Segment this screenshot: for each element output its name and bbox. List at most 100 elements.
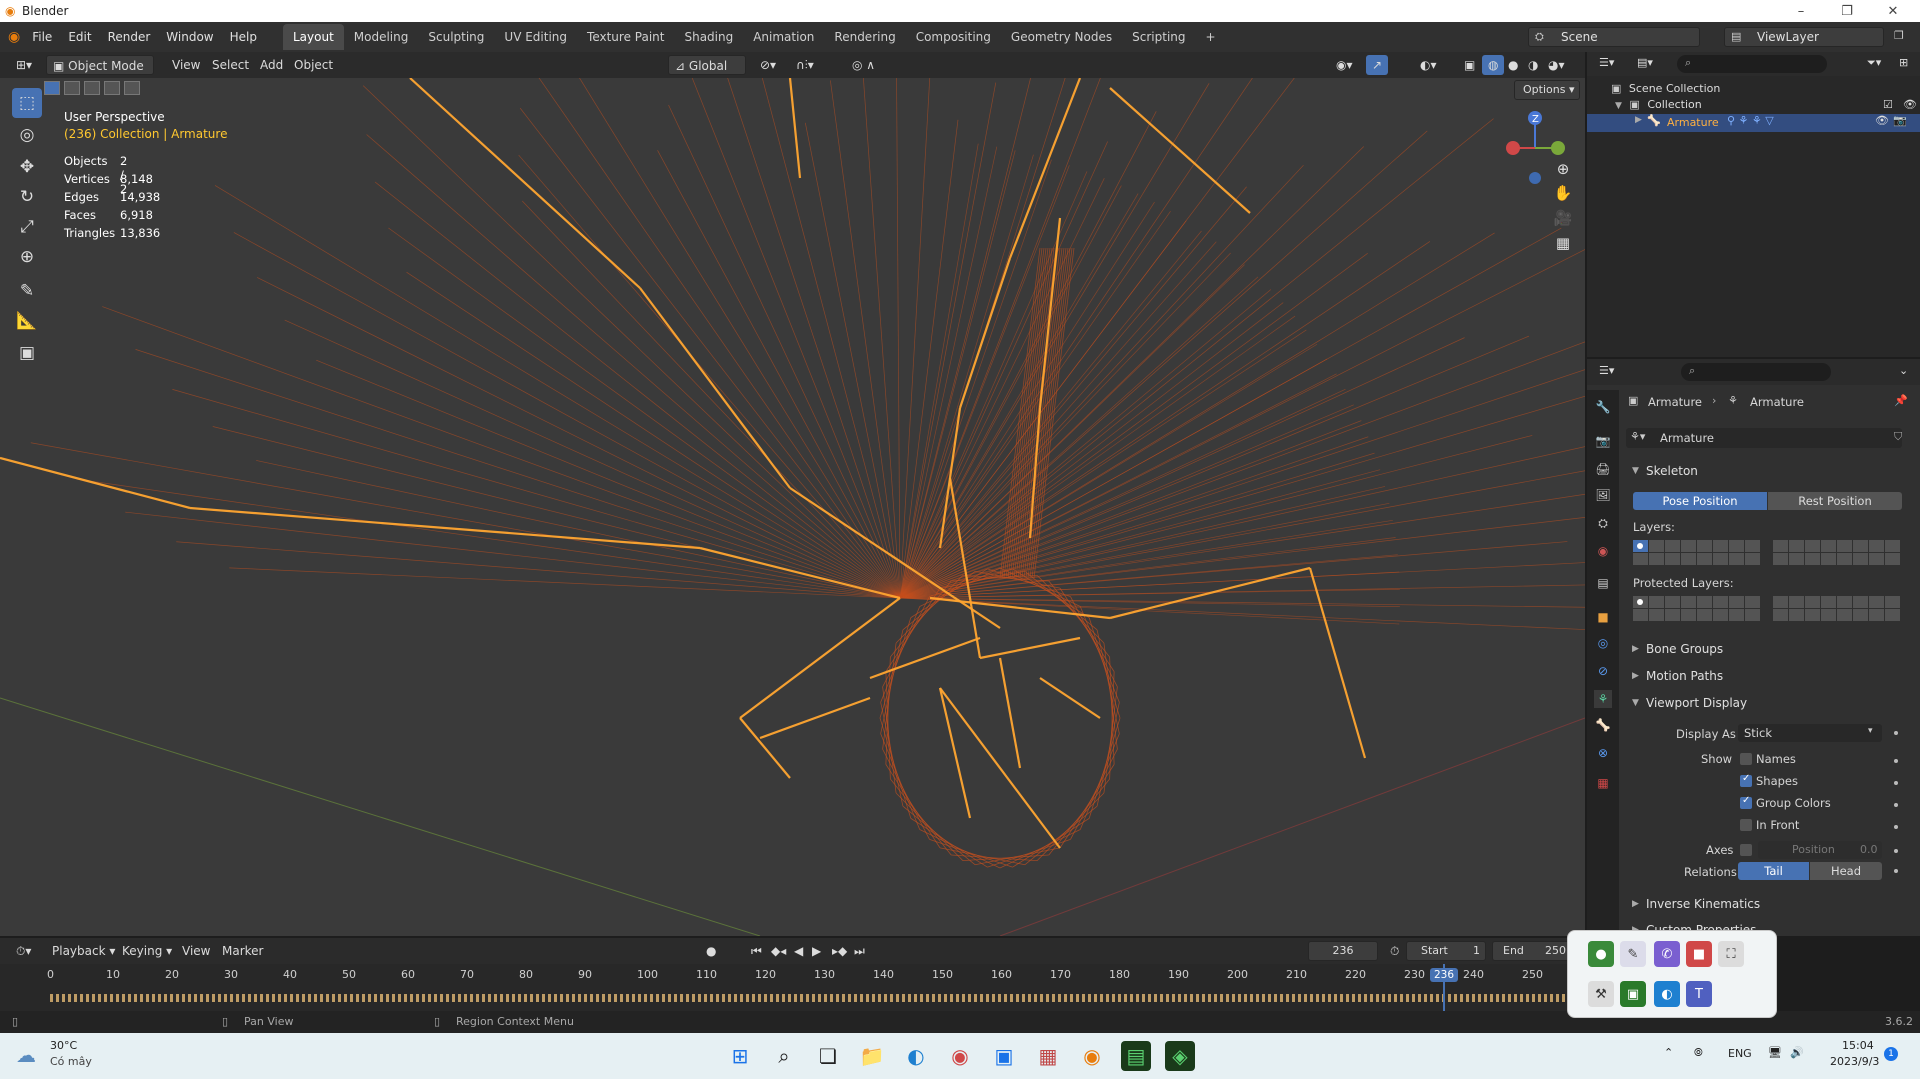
layer-toggle[interactable] bbox=[1853, 609, 1868, 621]
tab-uv-editing[interactable]: UV Editing bbox=[494, 24, 577, 50]
annotate-tool[interactable]: ✎ bbox=[12, 276, 42, 306]
mode-selector[interactable]: ▣ Object Mode ▾ bbox=[46, 55, 154, 93]
start-frame-field[interactable]: Start 1 bbox=[1406, 941, 1486, 961]
layer-toggle[interactable] bbox=[1697, 540, 1712, 552]
options-dropdown[interactable]: Options ▾ bbox=[1514, 80, 1580, 100]
layer-toggle[interactable] bbox=[1649, 540, 1664, 552]
layer-toggle[interactable] bbox=[1869, 553, 1884, 565]
menu-render[interactable]: Render bbox=[100, 22, 159, 52]
add-workspace-button[interactable]: + bbox=[1196, 24, 1226, 50]
layer-toggle[interactable] bbox=[1805, 540, 1820, 552]
layer-toggle[interactable] bbox=[1633, 553, 1648, 565]
add-cube-tool[interactable]: ▣ bbox=[12, 338, 42, 368]
layer-toggle[interactable] bbox=[1773, 609, 1788, 621]
layer-toggle[interactable] bbox=[1649, 609, 1664, 621]
new-collection-icon[interactable]: ⊞ bbox=[1899, 56, 1908, 69]
weather-desc[interactable]: Có mây bbox=[50, 1055, 92, 1068]
axes-checkbox[interactable] bbox=[1740, 844, 1752, 856]
layer-toggle[interactable] bbox=[1885, 553, 1900, 565]
bone-constraint-tab-icon[interactable]: ⊗ bbox=[1594, 744, 1612, 762]
pose-position-button[interactable]: Pose Position bbox=[1633, 492, 1767, 510]
shapes-checkbox[interactable] bbox=[1740, 773, 1752, 787]
tab-sculpting[interactable]: Sculpting bbox=[418, 24, 494, 50]
blender-menu-icon[interactable]: ◉ bbox=[8, 29, 20, 45]
layer-toggle[interactable] bbox=[1681, 609, 1696, 621]
collection-tab-icon[interactable]: ▤ bbox=[1594, 574, 1612, 592]
layer-toggle[interactable] bbox=[1729, 596, 1744, 608]
end-frame-field[interactable]: End 250 bbox=[1492, 941, 1572, 961]
new-viewlayer-icon[interactable]: ❐ bbox=[1894, 29, 1904, 42]
store-icon[interactable]: ▣ bbox=[989, 1041, 1019, 1071]
pan-hand-icon[interactable]: ✋ bbox=[1550, 180, 1576, 206]
layer-toggle[interactable] bbox=[1821, 553, 1836, 565]
tray-teams-icon[interactable]: T bbox=[1686, 981, 1712, 1007]
tab-layout[interactable]: Layout bbox=[282, 24, 344, 50]
layer-toggle[interactable] bbox=[1665, 609, 1680, 621]
pin-icon[interactable]: 📌 bbox=[1894, 394, 1908, 407]
tab-shading[interactable]: Shading bbox=[674, 24, 743, 50]
layer-toggle[interactable] bbox=[1773, 596, 1788, 608]
tray-chevron-up-icon[interactable]: ⌃ bbox=[1664, 1046, 1673, 1059]
playhead-label[interactable]: 236 bbox=[1430, 968, 1458, 982]
move-tool[interactable]: ✥ bbox=[12, 152, 42, 182]
editor-type-icon[interactable]: ⊞▾ bbox=[10, 55, 38, 75]
game-app-icon[interactable]: ◈ bbox=[1165, 1041, 1195, 1071]
layer-toggle[interactable] bbox=[1745, 553, 1760, 565]
layer-toggle[interactable] bbox=[1745, 540, 1760, 552]
layer-toggle[interactable] bbox=[1665, 596, 1680, 608]
select-new-icon[interactable] bbox=[44, 81, 60, 95]
outliner-type-icon[interactable]: ☰▾ bbox=[1599, 56, 1614, 69]
menu-marker[interactable]: Marker bbox=[216, 941, 269, 961]
display-mode-icon[interactable]: ▤▾ bbox=[1637, 56, 1653, 69]
outliner-search-input[interactable]: ⌕ bbox=[1677, 55, 1827, 73]
tray-chat-icon[interactable]: ✆ bbox=[1654, 941, 1680, 967]
layer-toggle[interactable] bbox=[1633, 609, 1648, 621]
tray-tool-icon[interactable]: ⚒ bbox=[1588, 981, 1614, 1007]
layer-toggle[interactable] bbox=[1745, 596, 1760, 608]
layer-toggle[interactable] bbox=[1885, 540, 1900, 552]
in-front-keyframe-dot[interactable] bbox=[1894, 825, 1898, 829]
menu-view[interactable]: View bbox=[166, 55, 206, 75]
layer-toggle[interactable] bbox=[1789, 596, 1804, 608]
names-keyframe-dot[interactable] bbox=[1894, 759, 1898, 763]
timeline-ruler[interactable]: 0 10 20 30 40 50 60 70 80 90 100 110 120 130 140 150 160… bbox=[0, 964, 1585, 984]
pivot-icon[interactable]: ⊘▾ bbox=[754, 55, 782, 75]
tab-texture-paint[interactable]: Texture Paint bbox=[577, 24, 674, 50]
layer-toggle[interactable] bbox=[1885, 609, 1900, 621]
bone-tab-icon[interactable]: 🦴 bbox=[1594, 716, 1612, 734]
layer-toggle[interactable] bbox=[1789, 540, 1804, 552]
clock-time[interactable]: 15:04 bbox=[1842, 1039, 1874, 1052]
current-frame-field[interactable]: 236 bbox=[1308, 941, 1378, 961]
menu-help[interactable]: Help bbox=[222, 22, 265, 52]
network-icon[interactable]: ⦾ bbox=[1694, 1046, 1703, 1060]
minimize-button[interactable]: – bbox=[1778, 0, 1824, 22]
viewlayer-selector[interactable]: ▤ ViewLayer bbox=[1724, 27, 1884, 47]
armature-data-field[interactable]: ⚘▾ Armature bbox=[1626, 428, 1902, 448]
language-indicator[interactable]: ENG bbox=[1728, 1047, 1752, 1060]
weather-cloud-icon[interactable]: ☁ bbox=[16, 1043, 36, 1067]
layer-toggle[interactable] bbox=[1837, 540, 1852, 552]
display-as-keyframe-dot[interactable] bbox=[1894, 731, 1898, 735]
menu-object[interactable]: Object bbox=[288, 55, 339, 75]
app-grid-icon[interactable]: ▦ bbox=[1033, 1041, 1063, 1071]
layer-toggle[interactable] bbox=[1729, 609, 1744, 621]
edge-browser-icon[interactable]: ◐ bbox=[901, 1041, 931, 1071]
layer-toggle[interactable] bbox=[1869, 609, 1884, 621]
display-as-dropdown[interactable]: Stick ▾ bbox=[1738, 724, 1882, 742]
layer-toggle[interactable] bbox=[1713, 553, 1728, 565]
axes-position-field[interactable]: Position 0.0 bbox=[1758, 841, 1882, 859]
select-extend-icon[interactable] bbox=[64, 81, 80, 95]
group-colors-checkbox[interactable] bbox=[1740, 795, 1752, 809]
armature-eye-icon[interactable]: 👁 bbox=[1875, 114, 1889, 127]
relations-tail-button[interactable]: Tail bbox=[1738, 862, 1809, 880]
layer-toggle[interactable] bbox=[1773, 553, 1788, 565]
speaker-icon[interactable]: 🖥 bbox=[1768, 1046, 1782, 1059]
names-checkbox[interactable] bbox=[1740, 753, 1752, 765]
modifier-tab-icon[interactable]: ◎ bbox=[1594, 634, 1612, 652]
layer-toggle[interactable] bbox=[1821, 609, 1836, 621]
chrome-browser-icon[interactable]: ◉ bbox=[945, 1041, 975, 1071]
layer-toggle[interactable] bbox=[1885, 596, 1900, 608]
select-box-tool[interactable]: ⬚ bbox=[12, 88, 42, 118]
visibility-icon[interactable]: ◉▾ bbox=[1330, 55, 1359, 75]
perspective-grid-icon[interactable]: ▦ bbox=[1550, 230, 1576, 256]
